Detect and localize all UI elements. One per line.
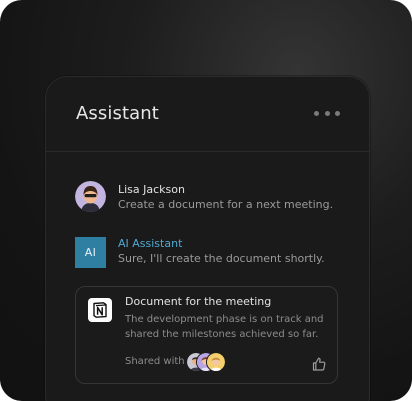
assistant-panel: Assistant Lisa Jackson Create a document… <box>45 76 370 401</box>
like-button[interactable] <box>311 356 327 372</box>
message-assistant: AI AI Assistant Sure, I'll create the do… <box>75 235 345 275</box>
shared-user-avatar-icon <box>207 353 225 371</box>
app-background: Assistant Lisa Jackson Create a document… <box>0 0 412 401</box>
more-options-button[interactable] <box>314 106 340 120</box>
message-author: Lisa Jackson <box>118 183 185 196</box>
more-dot <box>335 110 340 116</box>
notion-logo-svg <box>93 302 107 318</box>
avatar <box>206 352 226 372</box>
document-title: Document for the meeting <box>125 295 272 308</box>
thumbs-up-icon <box>312 357 326 371</box>
message-author: AI Assistant <box>118 237 183 250</box>
notion-logo-icon <box>88 298 112 322</box>
panel-header: Assistant <box>46 77 369 152</box>
shared-with-label: Shared with <box>125 356 185 367</box>
message-user: Lisa Jackson Create a document for a nex… <box>75 181 345 221</box>
message-text: Create a document for a next meeting. <box>118 198 334 211</box>
document-card[interactable]: Document for the meeting The development… <box>75 286 338 384</box>
more-dot <box>324 110 330 116</box>
avatar <box>75 181 106 212</box>
shared-avatars <box>186 352 230 372</box>
document-description: The development phase is on track and sh… <box>125 314 324 340</box>
panel-title: Assistant <box>76 103 159 124</box>
ai-badge: AI <box>75 237 106 268</box>
more-horizontal-icon <box>314 110 319 116</box>
message-text: Sure, I'll create the document shortly. <box>118 252 325 265</box>
user-avatar-icon <box>75 181 106 212</box>
